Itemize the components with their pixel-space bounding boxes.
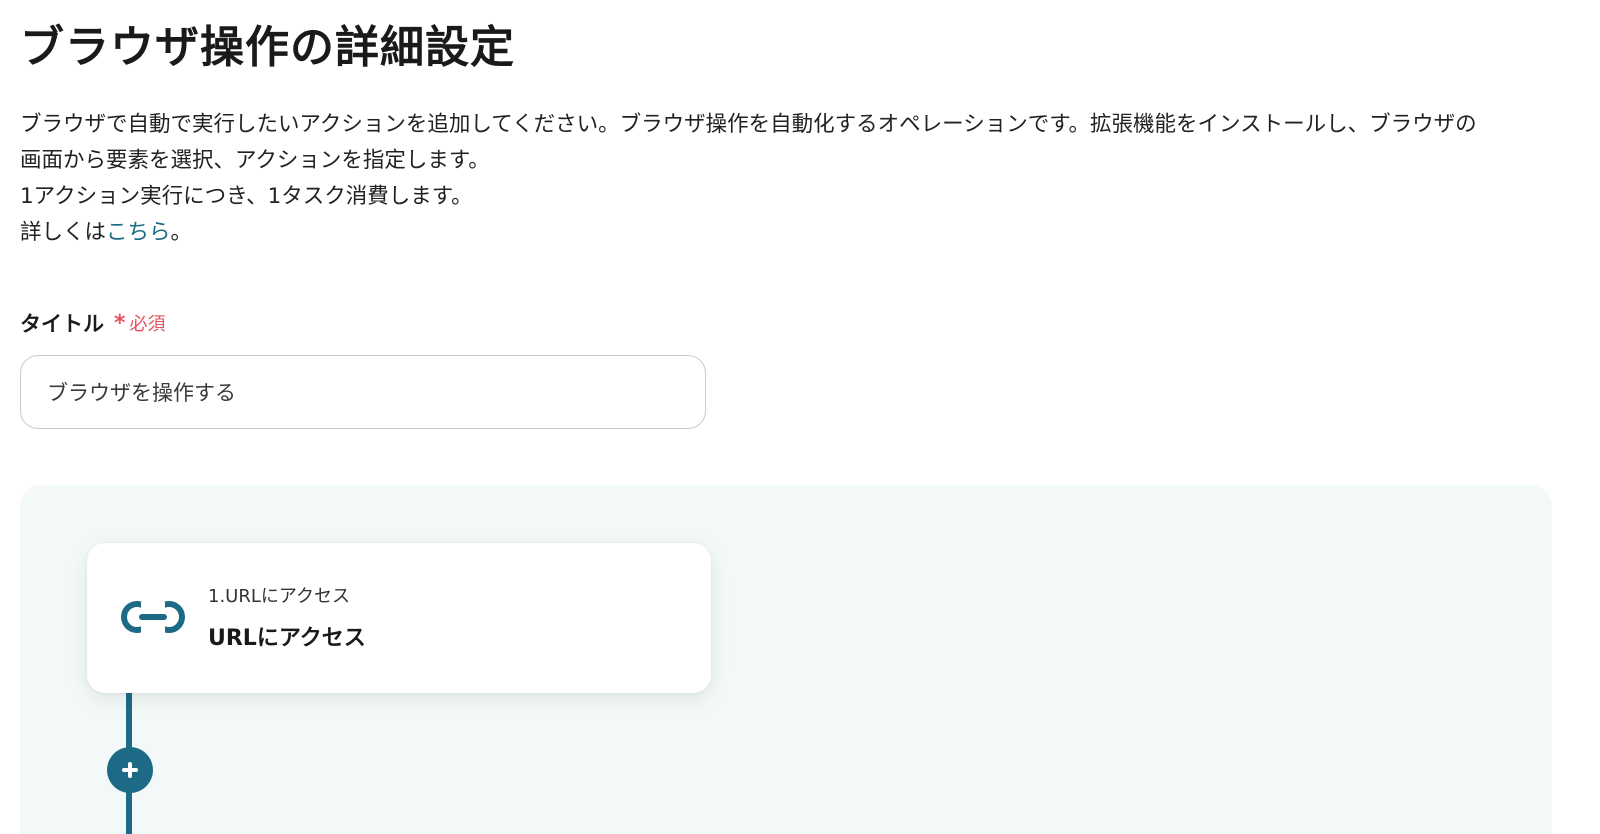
add-action-button[interactable] xyxy=(107,747,153,793)
title-field-label: タイトル xyxy=(20,312,104,336)
title-field-label-row: タイトル * 必須 xyxy=(20,306,166,340)
action-card-subtitle: 1.URLにアクセス xyxy=(208,586,350,607)
details-prefix: 詳しくは xyxy=(20,220,107,245)
title-input[interactable] xyxy=(20,355,706,429)
page-title: ブラウザ操作の詳細設定 xyxy=(20,22,515,73)
description: ブラウザで自動で実行したいアクションを追加してください。ブラウザ操作を自動化する… xyxy=(20,107,1580,251)
description-line: ブラウザで自動で実行したいアクションを追加してください。ブラウザ操作を自動化する… xyxy=(20,112,1477,137)
action-card-title: URLにアクセス xyxy=(208,626,366,651)
description-line: 詳しくはこちら。 xyxy=(20,215,1580,251)
description-line: 画面から要素を選択、アクションを指定します。 xyxy=(20,148,490,173)
action-card-url-access[interactable]: 1.URLにアクセス URLにアクセス xyxy=(87,543,711,693)
required-badge: 必須 xyxy=(129,314,166,335)
required-asterisk: * xyxy=(114,310,126,336)
browser-operation-settings-page: ブラウザ操作の詳細設定 ブラウザで自動で実行したいアクションを追加してください。… xyxy=(0,0,1600,834)
details-suffix: 。 xyxy=(170,220,193,245)
plus-icon xyxy=(122,762,138,778)
details-link[interactable]: こちら xyxy=(106,220,171,245)
description-line: 1アクション実行につき、1タスク消費します。 xyxy=(20,184,473,209)
link-icon xyxy=(121,601,185,634)
